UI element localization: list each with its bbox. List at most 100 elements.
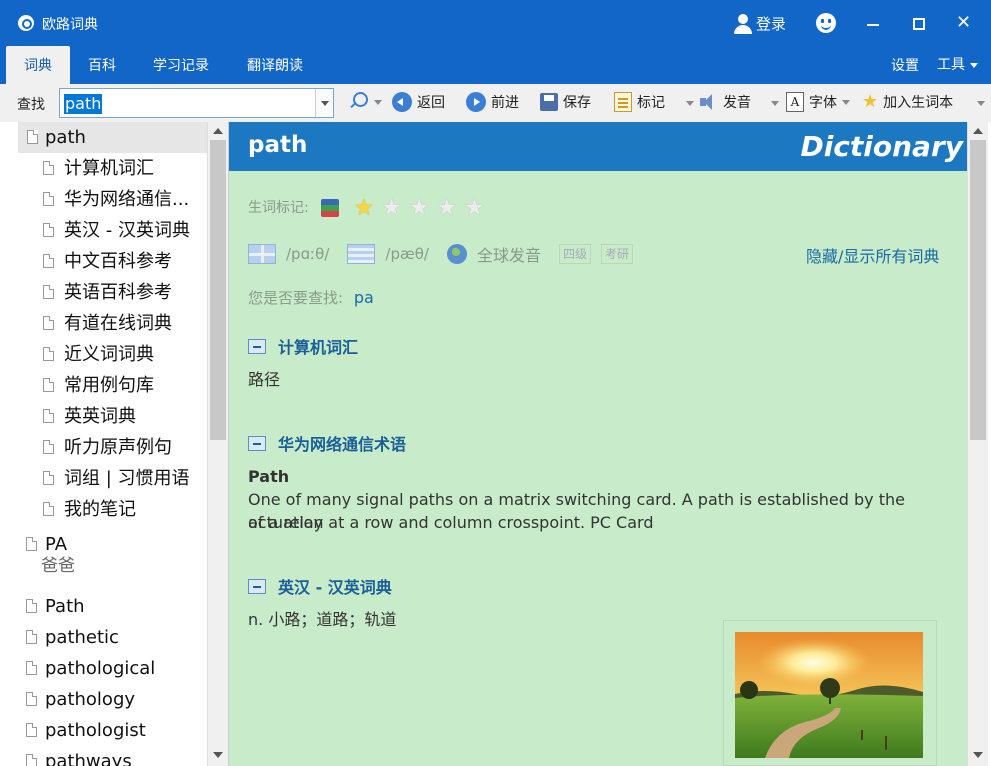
list-item[interactable]: pathetic xyxy=(18,622,207,653)
collapse-icon[interactable] xyxy=(248,338,266,354)
document-icon xyxy=(26,537,37,551)
star-icon[interactable]: ★ xyxy=(354,196,375,220)
dict-source-item[interactable]: 有道在线词典 xyxy=(18,308,207,339)
did-you-mean-link[interactable]: pa xyxy=(354,288,374,307)
save-button[interactable]: 保存 xyxy=(540,92,591,112)
word-list-panel: path 计算机词汇 华为网络通信... 英汉 - 汉英词典 中文百科参考 英语… xyxy=(0,122,229,766)
uk-flag-icon[interactable] xyxy=(248,244,276,264)
collapse-icon[interactable] xyxy=(248,578,266,594)
search-input[interactable]: path xyxy=(64,94,103,114)
list-item[interactable]: pathology xyxy=(18,684,207,715)
search-history-dropdown[interactable] xyxy=(315,89,333,117)
globe-icon[interactable] xyxy=(446,244,467,264)
document-icon xyxy=(43,471,54,485)
list-item-selected[interactable]: path xyxy=(18,122,207,153)
dict-source-item[interactable]: 计算机词汇 xyxy=(18,153,207,184)
search-box[interactable]: path xyxy=(59,88,334,118)
chevron-down-icon[interactable] xyxy=(977,101,985,106)
level-badge: 四级 xyxy=(558,244,591,264)
star-icon[interactable]: ★ xyxy=(464,196,485,220)
login-button[interactable]: 登录 xyxy=(734,13,786,34)
settings-menu[interactable]: 设置 xyxy=(891,46,919,84)
dict-source-item[interactable]: 英语百科参考 xyxy=(18,277,207,308)
eudic-logo-icon xyxy=(18,15,34,31)
document-icon xyxy=(43,223,54,237)
star-icon[interactable]: ★ xyxy=(437,196,458,220)
document-icon xyxy=(43,347,54,361)
minimize-button[interactable] xyxy=(867,24,879,26)
tab-study-history[interactable]: 学习记录 xyxy=(146,46,216,84)
list-item[interactable]: pathological xyxy=(18,653,207,684)
chevron-down-icon[interactable] xyxy=(771,101,779,106)
toolbar: 查找 path 返回 前进 保存 标记 发音 A 字体 ★ 加入生词本 xyxy=(0,84,991,122)
chevron-down-icon xyxy=(842,99,850,105)
dict-source-item[interactable]: 听力原声例句 xyxy=(18,432,207,463)
dict-source-item[interactable]: 常用例句库 xyxy=(18,370,207,401)
star-icon[interactable]: ★ xyxy=(381,196,402,220)
scroll-down-icon[interactable] xyxy=(968,746,988,763)
pronounce-button[interactable]: 发音 xyxy=(700,92,751,112)
dict-source-item[interactable]: 词组 | 习惯用语 xyxy=(18,463,207,494)
dict-source-item[interactable]: 中文百科参考 xyxy=(18,246,207,277)
tab-translate[interactable]: 翻译朗读 xyxy=(240,46,310,84)
list-item[interactable]: PA 爸爸 xyxy=(18,529,207,591)
term-heading: Path xyxy=(248,467,290,486)
us-flag-icon[interactable] xyxy=(347,244,376,264)
chevron-down-icon[interactable] xyxy=(686,101,694,106)
forward-button[interactable]: 前进 xyxy=(466,92,519,112)
scroll-down-icon[interactable] xyxy=(208,746,228,763)
us-phonetic: /pæθ/ xyxy=(385,245,429,263)
save-icon xyxy=(540,93,558,111)
mark-button[interactable]: 标记 xyxy=(614,92,665,112)
window-title: 欧路词典 xyxy=(42,17,98,33)
add-wordbook-button[interactable]: ★ 加入生词本 xyxy=(862,92,953,112)
document-icon xyxy=(26,723,37,737)
font-button[interactable]: A 字体 xyxy=(786,92,850,112)
headword: path xyxy=(248,132,308,158)
search-button[interactable] xyxy=(347,91,382,113)
rating-stars[interactable]: ★ ★ ★ ★ ★ xyxy=(354,196,485,220)
forward-label: 前进 xyxy=(491,95,519,111)
feedback-smile-icon[interactable] xyxy=(816,13,836,33)
pronounce-label: 发音 xyxy=(723,95,751,111)
collapse-icon[interactable] xyxy=(248,435,266,451)
word-list-scrollbar[interactable] xyxy=(207,122,228,766)
scroll-up-icon[interactable] xyxy=(968,122,988,139)
document-icon xyxy=(43,161,54,175)
did-you-mean-label: 您是否要查找: xyxy=(248,289,344,307)
section-header[interactable]: 英汉 - 汉英词典 xyxy=(248,574,392,598)
level-badge: 考研 xyxy=(600,244,633,264)
list-item[interactable]: Path xyxy=(18,591,207,622)
document-icon xyxy=(26,754,37,766)
wordbook-icon[interactable] xyxy=(321,199,340,217)
star-icon[interactable]: ★ xyxy=(409,196,430,220)
toggle-all-dicts-link[interactable]: 隐藏/显示所有词典 xyxy=(806,243,939,267)
document-icon xyxy=(43,254,54,268)
list-item[interactable]: pathways xyxy=(18,746,207,766)
section-body: 路径 xyxy=(248,370,281,389)
global-pronunciation[interactable]: 全球发音 xyxy=(477,242,541,266)
back-button[interactable]: 返回 xyxy=(392,92,445,112)
entry-content: path Dictionary 生词标记: ★ ★ ★ ★ ★ /pɑːθ/ /… xyxy=(229,122,967,766)
scroll-up-icon[interactable] xyxy=(208,122,228,139)
section-header[interactable]: 华为网络通信术语 xyxy=(248,431,406,455)
dict-source-item[interactable]: 近义词词典 xyxy=(18,339,207,370)
uk-phonetic: /pɑːθ/ xyxy=(286,245,330,263)
section-header[interactable]: 计算机词汇 xyxy=(248,334,358,358)
tab-dictionary[interactable]: 词典 xyxy=(6,46,70,84)
rating-label: 生词标记: xyxy=(248,200,309,216)
maximize-button[interactable] xyxy=(913,18,925,30)
document-icon xyxy=(43,316,54,330)
entry-scrollbar[interactable] xyxy=(967,122,988,766)
dict-source-item[interactable]: 华为网络通信... xyxy=(18,184,207,215)
scrollbar-thumb[interactable] xyxy=(970,140,986,440)
title-bar: 欧路词典 登录 ✕ xyxy=(0,0,991,46)
tools-menu[interactable]: 工具 xyxy=(937,46,978,84)
dict-source-item[interactable]: 我的笔记 xyxy=(18,494,207,525)
scrollbar-thumb[interactable] xyxy=(210,140,226,440)
list-item[interactable]: pathologist xyxy=(18,715,207,746)
close-button[interactable]: ✕ xyxy=(956,14,972,32)
dict-source-item[interactable]: 英汉 - 汉英词典 xyxy=(18,215,207,246)
tab-encyclopedia[interactable]: 百科 xyxy=(80,46,124,84)
dict-source-item[interactable]: 英英词典 xyxy=(18,401,207,432)
